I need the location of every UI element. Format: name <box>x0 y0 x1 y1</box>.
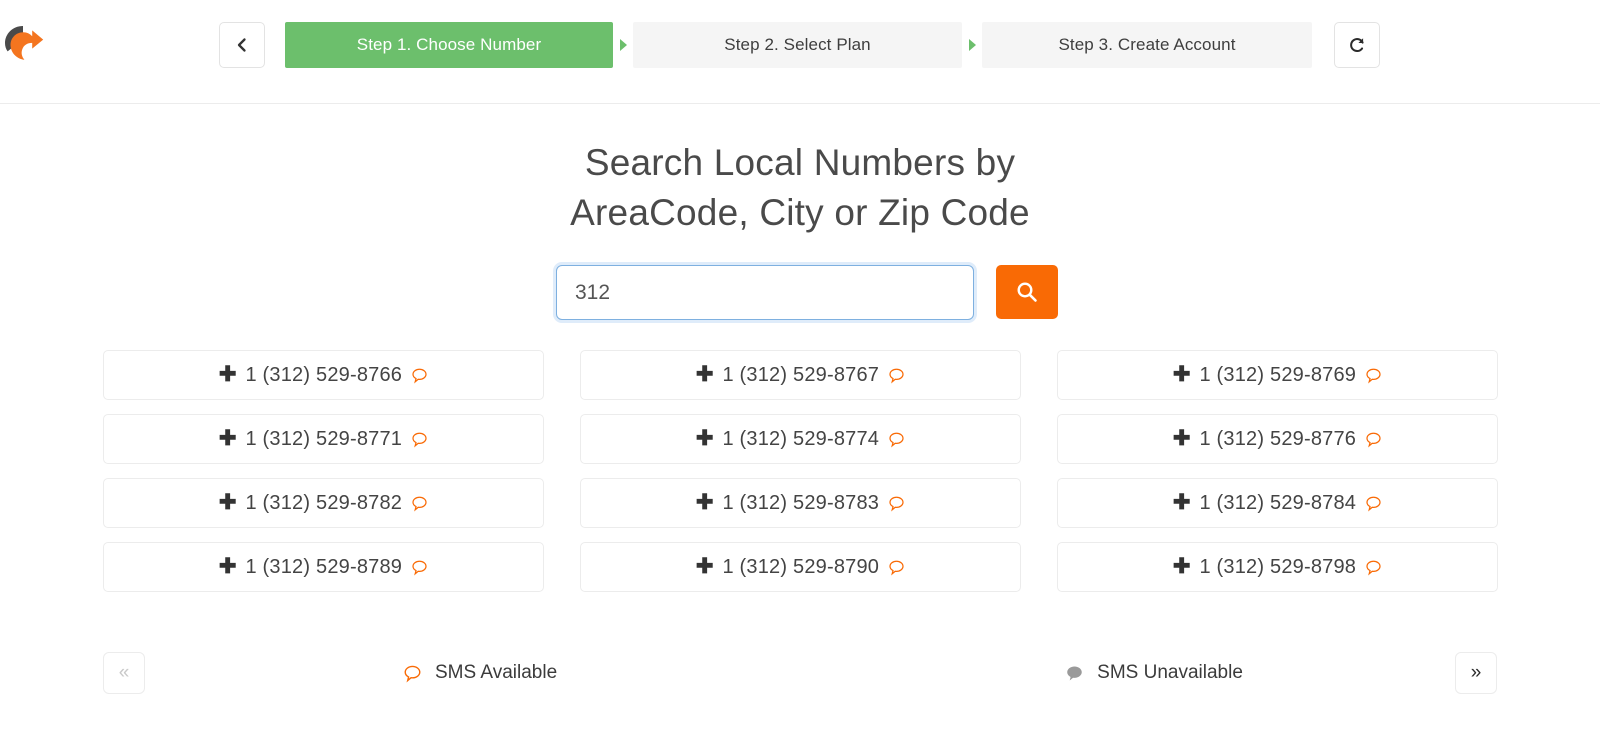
sms-available-icon <box>1365 495 1382 512</box>
caret-right-icon <box>969 39 976 51</box>
results-footer: « SMS Available SMS Unavailable » <box>103 652 1497 694</box>
phone-number: 1 (312) 529-8767 <box>722 363 880 386</box>
sms-available-icon <box>411 431 428 448</box>
page-title: Search Local Numbers by AreaCode, City o… <box>0 138 1600 238</box>
reset-button[interactable] <box>1334 22 1380 68</box>
plus-icon: ✚ <box>695 490 714 514</box>
number-card[interactable]: ✚ 1 (312) 529-8783 <box>580 478 1021 528</box>
number-card[interactable]: ✚ 1 (312) 529-8776 <box>1057 414 1498 464</box>
number-card[interactable]: ✚ 1 (312) 529-8774 <box>580 414 1021 464</box>
brand-logo <box>0 20 46 66</box>
plus-icon: ✚ <box>1172 362 1191 386</box>
legend-sms-available: SMS Available <box>403 662 557 684</box>
search-button[interactable] <box>996 265 1058 319</box>
search-input-wrapper <box>556 265 974 320</box>
plus-icon: ✚ <box>218 426 237 450</box>
top-header: Step 1. Choose Number Step 2. Select Pla… <box>0 0 1600 104</box>
chevron-left-icon <box>237 38 246 52</box>
phone-number: 1 (312) 529-8771 <box>245 427 403 450</box>
number-card[interactable]: ✚ 1 (312) 529-8766 <box>103 350 544 400</box>
page-title-line-1: Search Local Numbers by <box>584 142 1016 183</box>
main-content: Search Local Numbers by AreaCode, City o… <box>0 138 1600 694</box>
step-2-select-plan[interactable]: Step 2. Select Plan <box>633 22 962 68</box>
phone-number: 1 (312) 529-8784 <box>1199 491 1357 514</box>
number-card[interactable]: ✚ 1 (312) 529-8784 <box>1057 478 1498 528</box>
phone-number: 1 (312) 529-8783 <box>722 491 880 514</box>
step-label: Step 2. Select Plan <box>724 35 871 54</box>
phone-number: 1 (312) 529-8769 <box>1199 363 1357 386</box>
phone-number: 1 (312) 529-8790 <box>722 555 880 578</box>
number-card[interactable]: ✚ 1 (312) 529-8790 <box>580 542 1021 592</box>
number-card[interactable]: ✚ 1 (312) 529-8789 <box>103 542 544 592</box>
sms-legend: SMS Available SMS Unavailable <box>145 662 1455 684</box>
refresh-ccw-icon <box>1350 38 1364 53</box>
back-button[interactable] <box>219 22 265 68</box>
phone-number: 1 (312) 529-8789 <box>245 555 403 578</box>
plus-icon: ✚ <box>695 554 714 578</box>
sms-available-icon <box>1365 367 1382 384</box>
plus-icon: ✚ <box>218 554 237 578</box>
number-card[interactable]: ✚ 1 (312) 529-8782 <box>103 478 544 528</box>
phone-number: 1 (312) 529-8766 <box>245 363 403 386</box>
step-separator-1 <box>613 22 633 68</box>
next-page-button[interactable]: » <box>1455 652 1497 694</box>
plus-icon: ✚ <box>1172 554 1191 578</box>
plus-icon: ✚ <box>218 362 237 386</box>
sms-available-icon <box>888 367 905 384</box>
step-label: Step 1. Choose Number <box>356 35 542 54</box>
previous-page-button[interactable]: « <box>103 652 145 694</box>
phone-number: 1 (312) 529-8798 <box>1199 555 1357 578</box>
number-card[interactable]: ✚ 1 (312) 529-8771 <box>103 414 544 464</box>
step-1-choose-number[interactable]: Step 1. Choose Number <box>285 22 613 68</box>
sms-available-icon <box>888 495 905 512</box>
legend-label: SMS Available <box>435 662 558 683</box>
sms-available-icon <box>411 495 428 512</box>
plus-icon: ✚ <box>695 362 714 386</box>
caret-right-icon <box>620 39 627 51</box>
next-page-label: » <box>1470 662 1482 683</box>
page-title-line-2: AreaCode, City or Zip Code <box>570 192 1030 233</box>
plus-icon: ✚ <box>695 426 714 450</box>
number-card[interactable]: ✚ 1 (312) 529-8798 <box>1057 542 1498 592</box>
sms-available-icon <box>411 559 428 576</box>
number-card[interactable]: ✚ 1 (312) 529-8769 <box>1057 350 1498 400</box>
number-results-grid: ✚ 1 (312) 529-8766 ✚ 1 (312) 529-8767 ✚ … <box>103 350 1498 592</box>
sms-available-icon <box>1365 559 1382 576</box>
step-separator-2 <box>962 22 982 68</box>
step-3-create-account[interactable]: Step 3. Create Account <box>982 22 1312 68</box>
plus-icon: ✚ <box>1172 426 1191 450</box>
phone-number: 1 (312) 529-8774 <box>722 427 880 450</box>
phone-number: 1 (312) 529-8776 <box>1199 427 1357 450</box>
step-label: Step 3. Create Account <box>1058 35 1236 54</box>
sms-available-icon <box>888 431 905 448</box>
speech-bubble-outline-icon <box>403 664 422 683</box>
search-icon <box>1017 282 1037 302</box>
plus-icon: ✚ <box>1172 490 1191 514</box>
search-row <box>0 265 1600 320</box>
step-navigation-bar: Step 1. Choose Number Step 2. Select Pla… <box>219 22 1312 68</box>
previous-page-label: « <box>118 662 130 683</box>
number-card[interactable]: ✚ 1 (312) 529-8767 <box>580 350 1021 400</box>
plus-icon: ✚ <box>218 490 237 514</box>
sms-available-icon <box>411 367 428 384</box>
legend-sms-unavailable: SMS Unavailable <box>1065 662 1243 684</box>
legend-label: SMS Unavailable <box>1097 662 1243 683</box>
search-input[interactable] <box>556 265 974 320</box>
phone-number: 1 (312) 529-8782 <box>245 491 403 514</box>
sms-available-icon <box>888 559 905 576</box>
speech-bubble-filled-icon <box>1065 664 1084 683</box>
steps-container: Step 1. Choose Number Step 2. Select Pla… <box>285 22 1312 68</box>
circular-refresh-logo-icon <box>5 26 44 60</box>
sms-available-icon <box>1365 431 1382 448</box>
